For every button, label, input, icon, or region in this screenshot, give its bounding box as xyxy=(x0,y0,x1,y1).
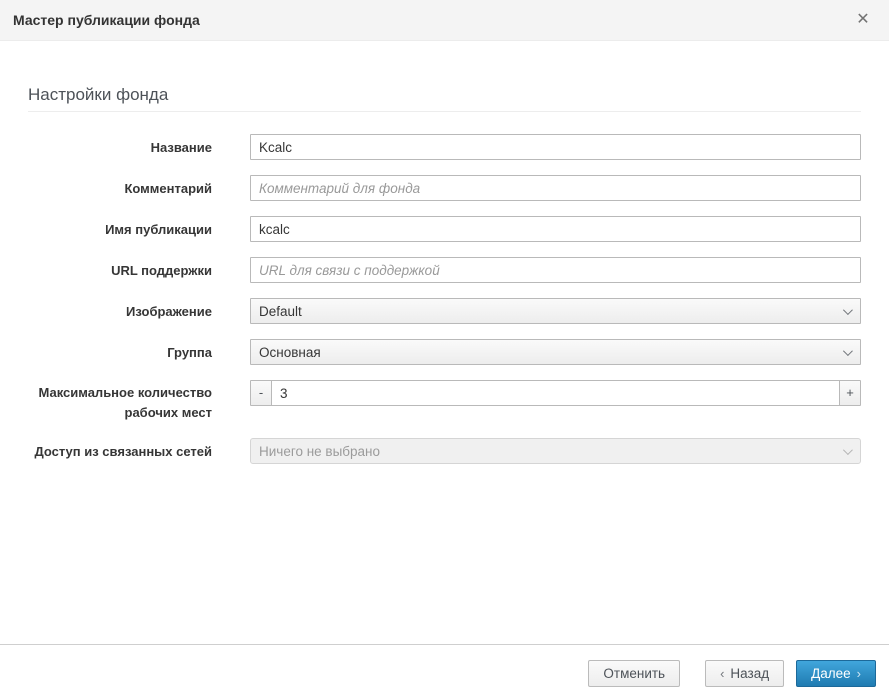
dialog-title: Мастер публикации фонда xyxy=(13,12,200,28)
form-row-support-url: URL поддержки xyxy=(28,257,861,283)
form-row-image: Изображение Default xyxy=(28,298,861,324)
comment-label: Комментарий xyxy=(28,181,250,196)
chevron-down-icon xyxy=(843,346,853,356)
support-url-input[interactable] xyxy=(250,257,861,283)
close-icon[interactable]: ✕ xyxy=(852,9,874,31)
section-heading: Настройки фонда xyxy=(28,85,861,112)
form-row-comment: Комментарий xyxy=(28,175,861,201)
support-url-label: URL поддержки xyxy=(28,263,250,278)
publication-name-label: Имя публикации xyxy=(28,222,250,237)
back-button[interactable]: ‹ Назад xyxy=(705,660,784,687)
image-select[interactable]: Default xyxy=(250,298,861,324)
form-row-name: Название xyxy=(28,134,861,160)
chevron-down-icon xyxy=(843,445,853,455)
group-select-value: Основная xyxy=(259,345,321,360)
form-row-group: Группа Основная xyxy=(28,339,861,365)
form-row-max-seats: Максимальное количество рабочих мест - + xyxy=(28,380,861,423)
dialog-footer: Отменить ‹ Назад Далее › xyxy=(0,644,889,698)
image-select-value: Default xyxy=(259,304,302,319)
publication-name-input[interactable] xyxy=(250,216,861,242)
back-button-label: Назад xyxy=(730,666,769,681)
max-seats-input[interactable] xyxy=(272,380,839,406)
form-row-network-access: Доступ из связанных сетей Ничего не выбр… xyxy=(28,438,861,464)
network-access-label: Доступ из связанных сетей xyxy=(28,444,250,459)
max-seats-label-line2: рабочих мест xyxy=(125,405,212,420)
chevron-down-icon xyxy=(843,305,853,315)
fund-settings-form: Название Комментарий Имя публикации URL … xyxy=(28,134,861,464)
group-label: Группа xyxy=(28,345,250,360)
network-access-select-value: Ничего не выбрано xyxy=(259,444,380,459)
max-seats-label: Максимальное количество рабочих мест xyxy=(28,380,250,423)
max-seats-label-line1: Максимальное количество xyxy=(38,385,212,400)
dialog-header: Мастер публикации фонда ✕ xyxy=(0,0,889,41)
decrement-button[interactable]: - xyxy=(250,380,272,406)
group-select[interactable]: Основная xyxy=(250,339,861,365)
cancel-button[interactable]: Отменить xyxy=(588,660,680,687)
form-row-publication-name: Имя публикации xyxy=(28,216,861,242)
next-button-label: Далее xyxy=(811,666,851,681)
dialog-body: Настройки фонда Название Комментарий Имя… xyxy=(0,85,889,464)
increment-button[interactable]: + xyxy=(839,380,861,406)
name-label: Название xyxy=(28,140,250,155)
fund-publication-wizard-dialog: Мастер публикации фонда ✕ Настройки фонд… xyxy=(0,0,889,698)
network-access-select: Ничего не выбрано xyxy=(250,438,861,464)
name-input[interactable] xyxy=(250,134,861,160)
max-seats-stepper: - + xyxy=(250,380,861,406)
image-label: Изображение xyxy=(28,304,250,319)
cancel-button-label: Отменить xyxy=(603,666,665,681)
chevron-right-icon: › xyxy=(857,666,861,681)
next-button[interactable]: Далее › xyxy=(796,660,876,687)
chevron-left-icon: ‹ xyxy=(720,666,724,681)
comment-input[interactable] xyxy=(250,175,861,201)
